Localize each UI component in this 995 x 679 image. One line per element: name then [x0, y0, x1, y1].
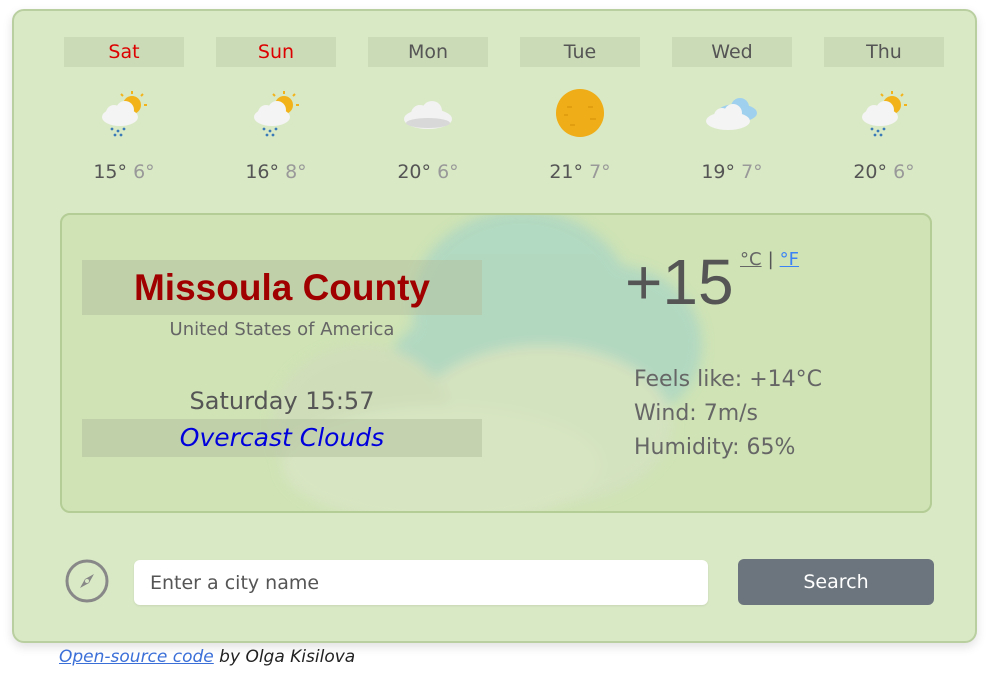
compass-icon[interactable] [64, 558, 110, 604]
forecast-day: Sat 15° 6° [64, 37, 184, 197]
forecast-day: Mon 20° 6° [368, 37, 488, 197]
forecast-temps: 20° 6° [397, 161, 458, 183]
fahrenheit-link[interactable]: °F [780, 249, 799, 270]
feels-like: Feels like: +14°C [634, 367, 822, 392]
forecast-day-name: Thu [824, 37, 944, 67]
temp-max: 20° [853, 161, 888, 183]
sun-icon [556, 89, 604, 137]
forecast-day-name: Wed [672, 37, 792, 67]
unit-switch: °C | °F [740, 249, 799, 270]
date-time: Saturday 15:57 [189, 387, 375, 415]
clouds-icon [706, 98, 757, 130]
current-temperature: +15 [625, 246, 734, 318]
temp-min: 7° [741, 161, 763, 183]
forecast-day-name: Sun [216, 37, 336, 67]
current-weather-panel: Missoula County United States of America… [60, 213, 932, 513]
city-search-input[interactable] [134, 560, 708, 605]
search-button[interactable]: Search [738, 559, 934, 605]
weather-description: Overcast Clouds [179, 423, 385, 452]
forecast-temps: 20° 6° [853, 161, 914, 183]
temp-min: 6° [133, 161, 155, 183]
forecast-day: Sun 16° 8° [216, 37, 336, 197]
weather-details: Feels like: +14°C Wind: 7m/s Humidity: 6… [634, 363, 822, 465]
author-text: by Olga Kisilova [213, 647, 356, 667]
humidity: Humidity: 65% [634, 435, 796, 460]
forecast-day: Wed 19° 7° [672, 37, 792, 197]
temp-max: 19° [701, 161, 736, 183]
temp-min: 8° [285, 161, 307, 183]
temp-min: 6° [437, 161, 459, 183]
temp-max: 16° [245, 161, 280, 183]
cloud-icon [404, 101, 452, 129]
search-row: Search [64, 557, 936, 607]
forecast-day-name: Sat [64, 37, 184, 67]
sun-rain-icon [862, 91, 907, 137]
temp-min: 6° [893, 161, 915, 183]
sun-rain-icon [254, 91, 299, 137]
forecast-temps: 15° 6° [93, 161, 154, 183]
temp-min: 7° [589, 161, 611, 183]
source-code-link[interactable]: Open-source code [59, 647, 214, 667]
forecast-temps: 19° 7° [701, 161, 762, 183]
temp-max: 15° [93, 161, 128, 183]
temp-max: 21° [549, 161, 584, 183]
weather-app: Sat 15° 6° Sun 16° 8° Mon 20° 6° Tue 21°… [12, 9, 977, 643]
country-name: United States of America [169, 319, 395, 340]
forecast-temps: 16° 8° [245, 161, 306, 183]
sun-rain-icon [102, 91, 147, 137]
temp-max: 20° [397, 161, 432, 183]
footer: Open-source code by Olga Kisilova [59, 647, 355, 667]
wind: Wind: 7m/s [634, 401, 758, 426]
city-name: Missoula County [133, 267, 431, 308]
forecast-day-name: Mon [368, 37, 488, 67]
unit-separator: | [767, 249, 774, 270]
celsius-link[interactable]: °C [740, 249, 762, 270]
forecast-day: Thu 20° 6° [824, 37, 944, 197]
forecast-day-name: Tue [520, 37, 640, 67]
forecast-day: Tue 21° 7° [520, 37, 640, 197]
forecast-row: Sat 15° 6° Sun 16° 8° Mon 20° 6° Tue 21°… [64, 37, 944, 197]
forecast-temps: 21° 7° [549, 161, 610, 183]
